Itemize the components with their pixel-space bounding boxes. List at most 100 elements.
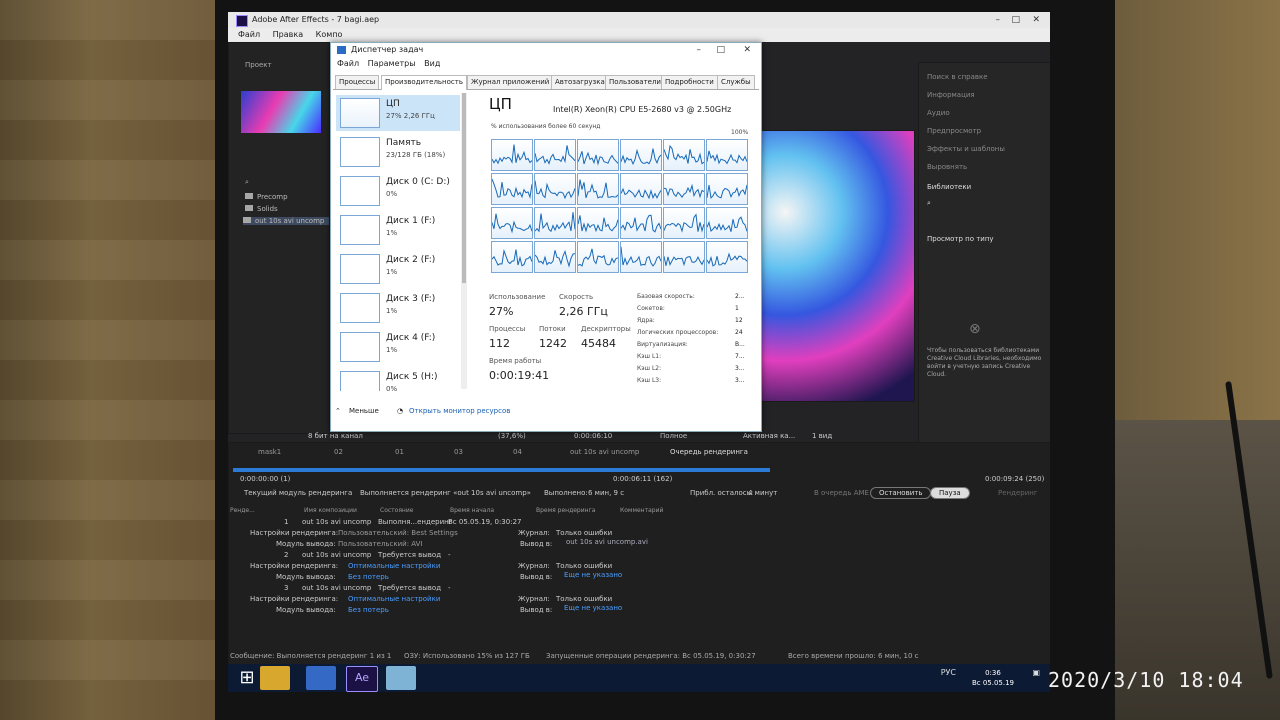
view-by-type[interactable]: Просмотр по типу [927, 235, 994, 243]
cpu-core-graph [620, 241, 662, 273]
sidebar-item-disk3[interactable]: Диск 3 (F:) 1% [336, 290, 460, 326]
render-item-1-settings[interactable]: Пользовательский: Best Settings [338, 529, 458, 537]
sidebar-item-disk2[interactable]: Диск 2 (F:) 1% [336, 251, 460, 287]
render-item-1-start: Вс 05.05.19, 0:30:27 [448, 518, 522, 526]
sidebar-item-disk1[interactable]: Диск 1 (F:) 1% [336, 212, 460, 248]
tab-users[interactable]: Пользователи [605, 75, 665, 89]
tm-menu-view[interactable]: Вид [424, 59, 440, 68]
tab-01[interactable]: 01 [395, 448, 404, 456]
sidebar-item-disk0[interactable]: Диск 0 (C: D:) 0% [336, 173, 460, 209]
tab-03[interactable]: 03 [454, 448, 463, 456]
search-icon[interactable]: ⌕ [245, 178, 249, 187]
tab-04[interactable]: 04 [513, 448, 522, 456]
project-item-precomp[interactable]: Precomp [245, 193, 288, 201]
tray-clock[interactable]: 0:36 Вс 05.05.19 [972, 668, 1014, 688]
panel-align[interactable]: Выровнять [927, 163, 967, 171]
ae-menu-edit[interactable]: Правка [273, 30, 303, 39]
tray-lang[interactable]: РУС [941, 668, 956, 677]
render-item-1-log[interactable]: Только ошибки [556, 529, 612, 537]
project-item-out[interactable]: out 10s avi uncomp [243, 217, 329, 225]
render-item-1-output[interactable]: out 10s avi uncomp.avi [566, 538, 648, 546]
tab-app-history[interactable]: Журнал приложений [467, 75, 554, 89]
panel-info[interactable]: Информация [927, 91, 975, 99]
ae-menu-file[interactable]: Файл [238, 30, 260, 39]
info-logical-label: Логических процессоров: [637, 329, 719, 336]
render-item-1-module[interactable]: Пользовательский: AVI [338, 540, 423, 548]
tab-out-comp[interactable]: out 10s avi uncomp [570, 448, 639, 456]
after-effects-icon[interactable]: Ae [346, 666, 378, 692]
status-total: Всего времени прошло: 6 мин, 10 с [788, 652, 919, 660]
ae-title: Adobe After Effects - 7 bagi.aep [252, 15, 380, 24]
render-item-2-name[interactable]: out 10s avi uncomp [302, 551, 371, 559]
camera-select[interactable]: Активная ка... [743, 432, 795, 440]
render-item-3-settings[interactable]: Оптимальные настройки [348, 595, 440, 603]
tab-services[interactable]: Службы [717, 75, 755, 89]
windows-start-icon[interactable]: ⊞ [232, 666, 262, 690]
task-manager-icon[interactable] [386, 666, 416, 690]
cpu-core-graph [491, 139, 533, 171]
viewer-timecode[interactable]: 0:00:06:10 [574, 432, 612, 440]
quality-select[interactable]: Полное [660, 432, 687, 440]
current-module-label[interactable]: Текущий модуль рендеринга [244, 489, 352, 497]
ae-close-icon[interactable]: ✕ [1032, 12, 1040, 28]
less-details-button[interactable]: Меньше [349, 407, 379, 415]
project-thumbnail [241, 91, 321, 133]
render-button[interactable]: Рендеринг [998, 489, 1038, 497]
cc-message: Чтобы пользоваться библиотеками Creative… [927, 347, 1042, 378]
render-item-3-output[interactable]: Еще не указано [564, 604, 622, 612]
help-search[interactable]: Поиск в справке [927, 73, 988, 81]
stop-button[interactable]: Остановить [870, 487, 932, 499]
tab-startup[interactable]: Автозагрузка [551, 75, 609, 89]
tm-minimize-icon[interactable]: – [697, 43, 702, 57]
sidebar-item-disk4[interactable]: Диск 4 (F:) 1% [336, 329, 460, 365]
tab-mask1[interactable]: mask1 [258, 448, 281, 456]
zoom-select[interactable]: (37,6%) [498, 432, 526, 440]
render-item-3-module[interactable]: Без потерь [348, 606, 389, 614]
tab-02[interactable]: 02 [334, 448, 343, 456]
bitdepth[interactable]: 8 бит на канал [308, 432, 363, 440]
sidebar-item-disk5[interactable]: Диск 5 (H:) 0% [336, 368, 460, 391]
col-name: Имя композиции [304, 507, 357, 514]
notification-icon[interactable]: ▣ [1032, 668, 1040, 677]
render-item-2-output[interactable]: Еще не указано [564, 571, 622, 579]
tab-render-queue[interactable]: Очередь рендеринга [670, 448, 748, 456]
ae-maximize-icon[interactable]: □ [1011, 12, 1020, 28]
tm-menu-file[interactable]: Файл [337, 59, 359, 68]
sidebar-item-cpu[interactable]: ЦП 27% 2,26 ГГц [336, 95, 460, 131]
threads-label: Потоки [539, 325, 566, 333]
panel-effects[interactable]: Эффекты и шаблоны [927, 145, 1005, 153]
save-app-icon[interactable] [306, 666, 336, 690]
ae-menu-comp[interactable]: Компо [316, 30, 343, 39]
chevron-up-icon[interactable]: ⌃ [335, 407, 341, 415]
sidebar-item-memory[interactable]: Память 23/128 ГБ (18%) [336, 134, 460, 170]
pause-button[interactable]: Пауза [930, 487, 970, 499]
task-manager-titlebar[interactable]: Диспетчер задач – □ ✕ [331, 43, 761, 57]
render-item-2-settings[interactable]: Оптимальные настройки [348, 562, 440, 570]
panel-preview[interactable]: Предпросмотр [927, 127, 981, 135]
cpu-core-graph [491, 173, 533, 205]
tm-close-icon[interactable]: ✕ [743, 43, 751, 57]
cpu-core-graph [534, 241, 576, 273]
explorer-icon[interactable] [260, 666, 290, 690]
project-item-solids[interactable]: Solids [245, 205, 278, 213]
render-item-1-name[interactable]: out 10s avi uncomp [302, 518, 371, 526]
render-item-3-name[interactable]: out 10s avi uncomp [302, 584, 371, 592]
render-item-2-module[interactable]: Без потерь [348, 573, 389, 581]
open-resource-monitor-link[interactable]: Открыть монитор ресурсов [409, 407, 510, 415]
sidebar-scrollbar[interactable] [461, 93, 467, 389]
render-item-3-settings-label: Настройки рендеринга: [250, 595, 339, 603]
ae-minimize-icon[interactable]: – [996, 12, 1001, 28]
render-item-3-num: 3 [284, 584, 289, 592]
tm-maximize-icon[interactable]: □ [716, 43, 725, 57]
ame-queue-button[interactable]: В очередь AME [814, 489, 869, 497]
views-select[interactable]: 1 вид [812, 432, 832, 440]
panel-audio[interactable]: Аудио [927, 109, 950, 117]
library-search-icon[interactable]: ⌕ [927, 199, 931, 208]
tab-performance[interactable]: Производительность [381, 75, 467, 90]
tab-processes[interactable]: Процессы [335, 75, 380, 89]
tab-details[interactable]: Подробности [661, 75, 718, 89]
render-item-2-log[interactable]: Только ошибки [556, 562, 612, 570]
sidebar-scroll-thumb[interactable] [462, 93, 466, 283]
render-item-3-log[interactable]: Только ошибки [556, 595, 612, 603]
tm-menu-params[interactable]: Параметры [368, 59, 416, 68]
